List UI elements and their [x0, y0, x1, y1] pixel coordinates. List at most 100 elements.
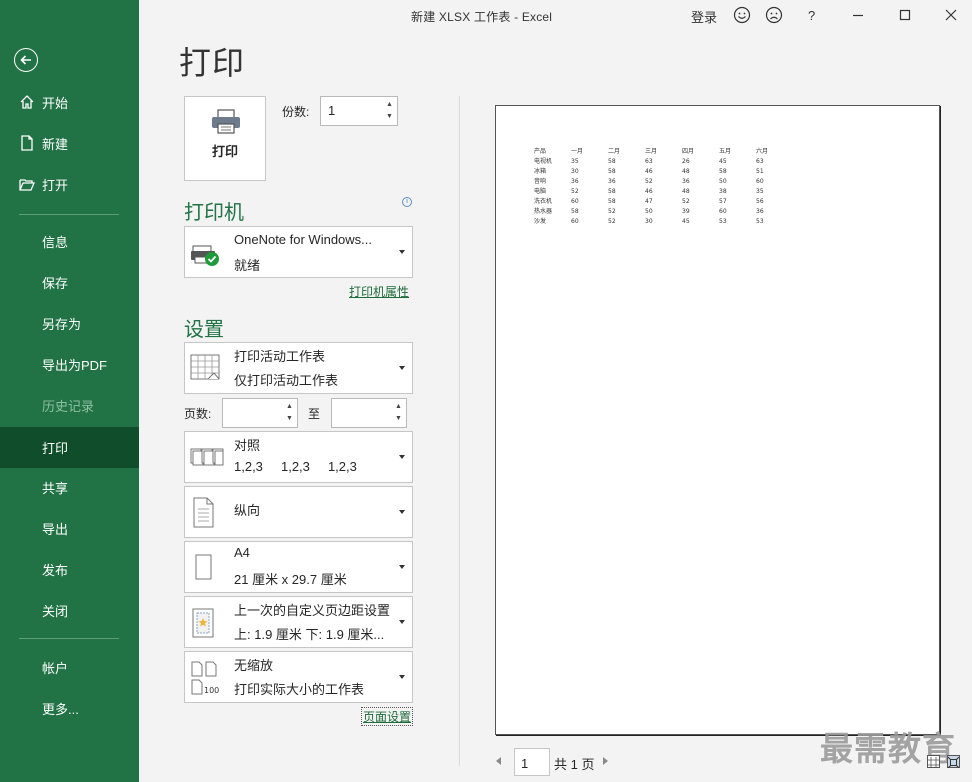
sidebar-item-info[interactable]: 信息 [0, 221, 139, 261]
table-cell: 58 [608, 188, 616, 195]
print-preview-page: 产品 一月 二月 三月 四月 五月 六月 电视机 35 58 63 26 45 63 冰箱 30 58 46 48 5… [495, 105, 940, 735]
printer-ready-icon [191, 245, 219, 266]
table-cell: 60 [756, 178, 764, 185]
setting-subtitle: 上: 1.9 厘米 下: 1.9 厘米... [234, 627, 385, 642]
printer-name: OneNote for Windows... [234, 232, 372, 247]
window-title: 新建 XLSX 工作表 - Excel [411, 10, 553, 24]
total-pages: 共 1 页 [554, 757, 595, 772]
sidebar-item-label: 保存 [42, 275, 69, 291]
home-icon [20, 95, 34, 109]
chevron-down-icon [399, 455, 405, 459]
table-cell: 39 [682, 208, 690, 215]
worksheet-icon [190, 354, 220, 380]
new-file-icon [21, 135, 33, 151]
table-cell: 53 [719, 218, 727, 225]
sidebar-item-label: 导出 [42, 521, 69, 537]
sidebar-item-label: 历史记录 [42, 398, 95, 414]
current-page-input[interactable]: 1 [514, 748, 550, 776]
stepper-arrows-icon[interactable]: ▲ ▼ [394, 401, 403, 425]
frown-icon[interactable] [764, 5, 784, 25]
printer-properties-link[interactable]: 打印机属性 [349, 283, 409, 300]
sidebar-item-label: 帐户 [42, 660, 69, 676]
minimize-icon[interactable] [848, 5, 868, 25]
paper-size-icon [195, 554, 212, 580]
previous-page-icon[interactable] [496, 757, 501, 765]
table-cell: 56 [756, 198, 764, 205]
table-cell: 63 [645, 158, 653, 165]
sidebar-item-export[interactable]: 导出 [0, 508, 139, 548]
sidebar-item-publish[interactable]: 发布 [0, 549, 139, 589]
collate-dropdown[interactable]: 对照 1,2,3 1,2,3 1,2,3 [184, 431, 413, 483]
no-scaling-icon: 100 [191, 661, 219, 695]
orientation-dropdown[interactable]: 纵向 [184, 486, 413, 538]
print-backstage: 新建 XLSX 工作表 - Excel 登录 ? 打印 打印 份数: 1 ▲ ▼ … [139, 0, 972, 782]
sidebar-item-new[interactable]: 新建 [0, 123, 139, 163]
setting-title: A4 [234, 545, 250, 560]
copies-stepper[interactable]: 1 ▲ ▼ [320, 96, 398, 126]
sidebar-item-open[interactable]: 打开 [0, 164, 139, 204]
table-cell: 36 [756, 208, 764, 215]
sidebar-item-label: 信息 [42, 234, 69, 250]
stepper-arrows-icon[interactable]: ▲ ▼ [385, 99, 394, 123]
table-cell: 电脑 [534, 188, 547, 195]
sidebar-item-home[interactable]: 开始 [0, 82, 139, 122]
pages-label: 页数: [184, 407, 212, 421]
smile-icon[interactable] [732, 5, 752, 25]
table-cell: 58 [719, 168, 727, 175]
table-cell: 60 [719, 208, 727, 215]
portrait-icon [193, 497, 214, 528]
sidebar-item-print[interactable]: 打印 [0, 427, 139, 468]
table-row: 冰箱 30 58 46 48 58 51 [534, 167, 793, 177]
backstage-sidebar: 开始 新建 打开 信息 保存 另存为 导出为PDF 历史记录 打印 共享 导出 … [0, 0, 139, 782]
table-cell: 52 [682, 198, 690, 205]
close-icon[interactable] [941, 5, 961, 25]
next-page-icon[interactable] [603, 757, 608, 765]
table-cell: 58 [571, 208, 579, 215]
table-cell: 产品 [534, 148, 547, 155]
sidebar-item-label: 新建 [42, 136, 69, 152]
table-cell: 30 [571, 168, 579, 175]
sidebar-item-label: 共享 [42, 480, 69, 496]
print-button[interactable]: 打印 [184, 96, 266, 181]
chevron-down-icon [399, 366, 405, 370]
back-arrow-icon[interactable] [14, 48, 38, 72]
sidebar-item-account[interactable]: 帐户 [0, 647, 139, 687]
setting-title: 无缩放 [234, 658, 274, 673]
table-cell: 46 [645, 188, 653, 195]
pages-from-input[interactable]: ▲ ▼ [222, 398, 298, 428]
page-setup-link[interactable]: 页面设置 [361, 707, 414, 726]
table-row: 音响 36 36 52 36 50 60 [534, 177, 793, 187]
collate-icon [190, 448, 224, 466]
info-icon[interactable]: i [402, 197, 412, 207]
print-what-dropdown[interactable]: 打印活动工作表 仅打印活动工作表 [184, 342, 413, 394]
sidebar-item-close[interactable]: 关闭 [0, 590, 139, 630]
sidebar-item-more[interactable]: 更多... [0, 688, 139, 728]
help-icon[interactable]: ? [808, 8, 815, 23]
sidebar-item-save[interactable]: 保存 [0, 262, 139, 302]
table-cell: 51 [756, 168, 764, 175]
margins-dropdown[interactable]: 上一次的自定义页边距设置 上: 1.9 厘米 下: 1.9 厘米... [184, 596, 413, 648]
maximize-icon[interactable] [895, 5, 915, 25]
sidebar-divider [19, 214, 119, 215]
pages-to-input[interactable]: ▲ ▼ [331, 398, 407, 428]
table-cell: 沙发 [534, 218, 547, 225]
paper-size-dropdown[interactable]: A4 21 厘米 x 29.7 厘米 [184, 541, 413, 593]
login-link[interactable]: 登录 [691, 7, 717, 26]
sidebar-item-save-as[interactable]: 另存为 [0, 303, 139, 343]
sidebar-item-share[interactable]: 共享 [0, 467, 139, 507]
table-cell: 一月 [571, 148, 584, 155]
pages-to-label: 至 [308, 407, 321, 421]
printer-dropdown[interactable]: OneNote for Windows... 就绪 [184, 226, 413, 278]
setting-title: 打印活动工作表 [234, 349, 326, 364]
sidebar-item-label: 导出为PDF [42, 357, 108, 373]
stepper-arrows-icon[interactable]: ▲ ▼ [285, 401, 294, 425]
sidebar-item-export-pdf[interactable]: 导出为PDF [0, 344, 139, 384]
scaling-dropdown[interactable]: 100 无缩放 打印实际大小的工作表 [184, 651, 413, 703]
zoom-to-page-icon[interactable] [947, 755, 960, 769]
table-row: 洗衣机 60 58 47 52 57 56 [534, 197, 793, 207]
printer-status: 就绪 [234, 258, 261, 273]
table-cell: 45 [682, 218, 690, 225]
sidebar-item-label: 打印 [42, 441, 69, 456]
show-margins-icon[interactable] [927, 755, 940, 768]
table-cell: 58 [608, 168, 616, 175]
